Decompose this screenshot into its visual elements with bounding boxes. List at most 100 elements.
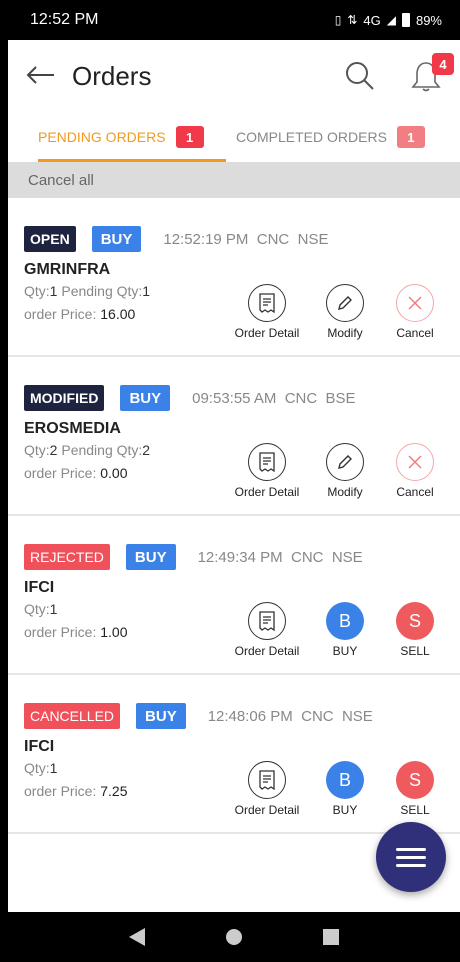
cancel-order-button[interactable]: Cancel <box>380 443 450 499</box>
price-label: order Price: <box>24 465 97 481</box>
action-label: Order Detail <box>234 803 300 817</box>
status-time: 12:52 PM <box>30 11 99 28</box>
order-meta: 09:53:55 AM CNC BSE <box>192 390 355 407</box>
receipt-icon <box>248 602 286 640</box>
order-actions: Order Detail B BUY S SELL <box>224 602 450 658</box>
page-title: Orders <box>72 60 152 91</box>
modify-button[interactable]: Modify <box>310 284 380 340</box>
menu-fab-button[interactable] <box>376 822 446 892</box>
nav-home-icon[interactable] <box>225 929 242 945</box>
qty-label: Qty: <box>24 760 50 776</box>
buy-button[interactable]: B BUY <box>310 761 380 817</box>
tab-pending-orders[interactable]: PENDING ORDERS 1 <box>8 112 226 162</box>
qty-value: 1 <box>49 601 58 617</box>
qty-value: 2 <box>49 442 58 458</box>
hamburger-icon <box>396 843 426 872</box>
pending-qty-value: 1 <box>142 283 151 299</box>
order-detail-button[interactable]: Order Detail <box>224 761 310 817</box>
receipt-icon <box>248 284 286 322</box>
qty-label: Qty: <box>24 442 50 458</box>
order-product: CNC <box>256 230 290 248</box>
qty-value: 1 <box>49 760 58 776</box>
orders-list: OPEN BUY 12:52:19 PM CNC NSE GMRINFRA Qt… <box>8 198 460 834</box>
status-badge: CANCELLED <box>24 703 121 729</box>
buy-icon: B <box>326 602 364 640</box>
action-label: Order Detail <box>234 326 300 340</box>
order-detail-button[interactable]: Order Detail <box>224 602 310 658</box>
battery-level: 89% <box>415 12 442 28</box>
cancel-order-button[interactable]: Cancel <box>380 284 450 340</box>
order-symbol: IFCI <box>24 738 55 755</box>
order-product: CNC <box>290 548 324 566</box>
side-badge: BUY <box>120 385 171 411</box>
order-actions: Order Detail Modify Cancel <box>224 443 450 499</box>
price-label: order Price: <box>24 783 97 799</box>
close-icon <box>396 284 434 322</box>
action-label: SELL <box>400 803 430 817</box>
order-detail-button[interactable]: Order Detail <box>224 443 310 499</box>
buy-button[interactable]: B BUY <box>310 602 380 658</box>
action-label: BUY <box>332 803 358 817</box>
sell-icon: S <box>396 602 434 640</box>
side-badge: BUY <box>91 226 142 252</box>
side-badge: BUY <box>136 703 186 729</box>
price-value: 7.25 <box>100 783 128 799</box>
qty-label: Qty: <box>24 601 50 617</box>
action-label: Order Detail <box>234 485 300 499</box>
tab-label: PENDING ORDERS <box>38 129 166 145</box>
active-tab-indicator <box>38 159 226 162</box>
status-badge: OPEN <box>24 226 76 252</box>
action-label: Cancel <box>396 485 434 499</box>
action-label: Cancel <box>396 326 434 340</box>
notification-bell-icon[interactable]: 4 <box>406 53 454 96</box>
price-value: 1.00 <box>100 624 128 640</box>
order-symbol: GMRINFRA <box>24 261 111 278</box>
order-exchange: NSE <box>331 548 363 566</box>
pending-qty-label: Pending Qty: <box>61 442 143 458</box>
pencil-icon <box>326 443 364 481</box>
order-item[interactable]: OPEN BUY 12:52:19 PM CNC NSE GMRINFRA Qt… <box>8 198 460 357</box>
tab-count-badge: 1 <box>175 126 204 148</box>
buy-icon: B <box>326 761 364 799</box>
screen: 12:52 PM ▯ ⇅ 4G ◢ 89% Orders 4 PENDING O… <box>8 0 460 962</box>
tab-completed-orders[interactable]: COMPLETED ORDERS 1 <box>226 112 460 162</box>
cancel-all-button[interactable]: Cancel all <box>8 162 460 198</box>
tab-count-badge: 1 <box>396 126 425 148</box>
side-badge: BUY <box>125 544 176 570</box>
status-badge: MODIFIED <box>24 385 105 411</box>
order-item[interactable]: CANCELLED BUY 12:48:06 PM CNC NSE IFCI Q… <box>8 675 460 834</box>
price-label: order Price: <box>24 624 97 640</box>
network-label: 4G <box>363 12 381 28</box>
sell-button[interactable]: S SELL <box>380 761 450 817</box>
order-time: 12:49:34 PM <box>197 548 283 566</box>
order-meta: 12:49:34 PM CNC NSE <box>198 549 363 566</box>
qty-value: 1 <box>49 283 58 299</box>
receipt-icon <box>248 443 286 481</box>
back-arrow-icon[interactable] <box>26 61 72 91</box>
search-icon[interactable] <box>340 56 380 96</box>
action-label: Modify <box>327 485 363 499</box>
order-symbol: IFCI <box>24 579 55 596</box>
action-label: Modify <box>327 326 363 340</box>
nav-recents-icon[interactable] <box>323 929 340 945</box>
order-detail-button[interactable]: Order Detail <box>224 284 310 340</box>
order-exchange: NSE <box>341 707 373 725</box>
order-time: 09:53:55 AM <box>192 389 277 407</box>
nav-back-icon[interactable] <box>128 928 145 946</box>
order-item[interactable]: MODIFIED BUY 09:53:55 AM CNC BSE EROSMED… <box>8 357 460 516</box>
receipt-icon <box>248 761 286 799</box>
signal-icon: ◢ <box>386 13 396 27</box>
price-label: order Price: <box>24 306 97 322</box>
sell-button[interactable]: S SELL <box>380 602 450 658</box>
vibrate-icon: ▯ <box>334 13 342 27</box>
order-exchange: BSE <box>325 389 356 407</box>
price-value: 0.00 <box>100 465 128 481</box>
order-product: CNC <box>301 707 334 725</box>
status-badge: REJECTED <box>24 544 110 570</box>
modify-button[interactable]: Modify <box>310 443 380 499</box>
order-tabs: PENDING ORDERS 1 COMPLETED ORDERS 1 <box>8 112 460 162</box>
order-item[interactable]: REJECTED BUY 12:49:34 PM CNC NSE IFCI Qt… <box>8 516 460 675</box>
action-label: SELL <box>400 644 430 658</box>
tab-label: COMPLETED ORDERS <box>236 129 387 145</box>
system-nav-bar <box>8 912 460 962</box>
